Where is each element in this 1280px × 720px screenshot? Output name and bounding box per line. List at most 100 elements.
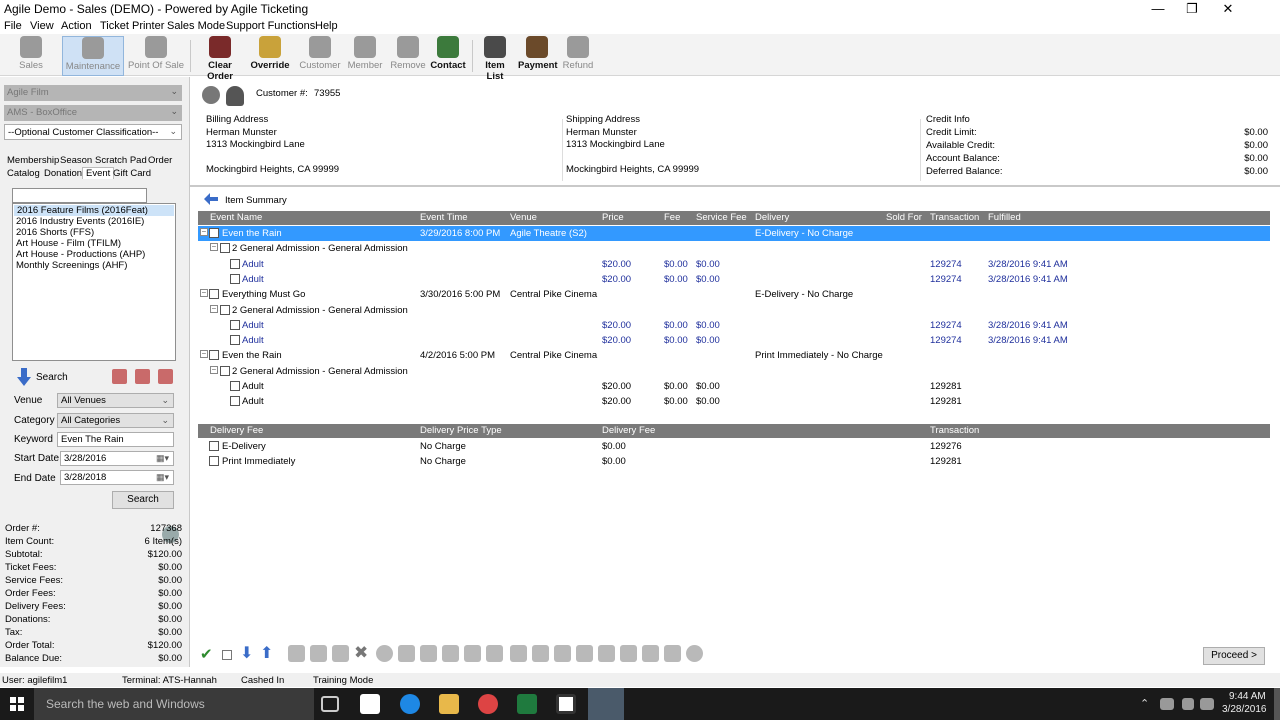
message-icon[interactable]: [1200, 698, 1214, 710]
col-fulfilled[interactable]: Fulfilled: [988, 212, 1021, 223]
delivery-row[interactable]: E-Delivery No Charge $0.00 129276: [198, 439, 1270, 454]
ticket-swap-icon[interactable]: [620, 645, 637, 662]
row-checkbox[interactable]: [209, 441, 219, 451]
clock-time[interactable]: 9:44 AM: [1229, 691, 1266, 702]
contact-button[interactable]: Contact: [429, 36, 467, 76]
list-item[interactable]: 2016 Shorts (FFS): [13, 227, 175, 238]
ticket-icon[interactable]: [332, 645, 349, 662]
list-item[interactable]: 2016 Industry Events (2016IE): [13, 216, 175, 227]
col-delivery-fee-name[interactable]: Delivery Fee: [210, 425, 263, 436]
app-icon[interactable]: [556, 694, 576, 714]
ticket-remove-icon[interactable]: [464, 645, 481, 662]
windows-start-icon[interactable]: [10, 697, 24, 711]
move-up-icon[interactable]: ⬆: [260, 643, 273, 663]
classification-select[interactable]: --Optional Customer Classification-- ⌄: [4, 124, 182, 140]
col-delivery-transaction[interactable]: Transaction: [930, 425, 979, 436]
member-button[interactable]: Member: [345, 36, 385, 76]
point-of-sale-button[interactable]: Point Of Sale: [126, 36, 186, 76]
row-checkbox[interactable]: [209, 456, 219, 467]
clock-date[interactable]: 3/28/2016: [1222, 704, 1267, 715]
tab-membership[interactable]: Membership: [7, 155, 59, 166]
row-checkbox[interactable]: [220, 365, 230, 376]
menu-support-functions[interactable]: Support Functions: [226, 20, 315, 32]
col-sold-for[interactable]: Sold For: [886, 212, 922, 223]
tab-catalog[interactable]: Catalog: [7, 168, 40, 179]
office-select[interactable]: AMS - BoxOffice ⌄: [4, 105, 182, 121]
organization-select[interactable]: Agile Film ⌄: [4, 85, 182, 101]
row-checkbox[interactable]: [220, 243, 230, 254]
table-row[interactable]: – Even the Rain 3/29/2016 8:00 PM Agile The…: [198, 226, 1270, 241]
taskbar-search[interactable]: Search the web and Windows: [34, 688, 314, 720]
row-checkbox[interactable]: [209, 228, 219, 238]
tab-scratch-pad[interactable]: Scratch Pad: [95, 155, 147, 166]
menu-file[interactable]: File: [4, 20, 22, 32]
move-down-icon[interactable]: ⬇: [240, 643, 253, 663]
category-select[interactable]: All Categories ⌄: [57, 413, 174, 428]
list-item[interactable]: Art House - Film (TFILM): [13, 238, 175, 249]
customer-button[interactable]: Customer: [298, 36, 342, 76]
dollar-icon[interactable]: [376, 645, 393, 662]
col-event-name[interactable]: Event Name: [210, 212, 262, 223]
col-delivery-price-type[interactable]: Delivery Price Type: [420, 425, 502, 436]
lock-icon[interactable]: [310, 645, 327, 662]
collapse-icon[interactable]: –: [210, 365, 218, 374]
store-icon[interactable]: [360, 694, 380, 714]
remove-button[interactable]: Remove: [388, 36, 428, 76]
agile-app-icon[interactable]: [588, 688, 624, 720]
customer-icon[interactable]: [226, 86, 244, 106]
maintenance-button[interactable]: Maintenance: [62, 36, 124, 76]
row-checkbox[interactable]: [209, 289, 219, 300]
collapse-icon[interactable]: –: [210, 304, 218, 313]
checkmark-icon[interactable]: ✔: [200, 645, 213, 663]
menu-action[interactable]: Action: [61, 20, 92, 32]
start-date-picker[interactable]: 3/28/2016 ▦▾: [60, 451, 174, 466]
list-item[interactable]: 2016 Feature Films (2016Feat): [14, 205, 174, 216]
tickets-icon[interactable]: [442, 645, 459, 662]
tab-gift-card[interactable]: Gift Card: [113, 168, 151, 179]
search-button[interactable]: Search: [112, 491, 174, 509]
ticket-mail-icon[interactable]: [664, 645, 681, 662]
back-arrow-icon[interactable]: [204, 193, 218, 205]
calendar-week-icon[interactable]: [135, 369, 150, 384]
settings-icon[interactable]: [686, 645, 703, 662]
col-fee[interactable]: Fee: [664, 212, 680, 223]
row-checkbox[interactable]: [230, 335, 240, 346]
print-icon[interactable]: [288, 645, 305, 662]
maximize-icon[interactable]: ❐: [1174, 0, 1210, 18]
col-transaction[interactable]: Transaction: [930, 212, 979, 223]
chrome-icon[interactable]: [478, 694, 498, 714]
collapse-icon[interactable]: –: [200, 289, 208, 298]
delivery-row[interactable]: Print Immediately No Charge $0.00 129281: [198, 454, 1270, 469]
delete-icon[interactable]: ✖: [354, 643, 368, 663]
card-icon[interactable]: [420, 645, 437, 662]
file-explorer-icon[interactable]: [439, 694, 459, 714]
tab-event[interactable]: Event: [82, 167, 115, 179]
tray-up-icon[interactable]: ⌃: [1140, 697, 1149, 710]
series-filter-input[interactable]: [12, 188, 147, 203]
ticket-print-icon[interactable]: [642, 645, 659, 662]
col-event-time[interactable]: Event Time: [420, 212, 468, 223]
tab-season[interactable]: Season: [60, 155, 92, 166]
volume-icon[interactable]: [1182, 698, 1194, 710]
row-checkbox[interactable]: [220, 304, 230, 315]
col-delivery-fee[interactable]: Delivery Fee: [602, 425, 655, 436]
excel-icon[interactable]: [517, 694, 537, 714]
collapse-icon[interactable]: –: [200, 228, 208, 236]
sales-button[interactable]: Sales: [8, 36, 54, 76]
table-row[interactable]: – 2 General Admission - General Admission: [198, 303, 1270, 318]
table-row[interactable]: – Everything Must Go 3/30/2016 5:00 PM Cent…: [198, 287, 1270, 302]
row-checkbox[interactable]: [209, 350, 219, 361]
clear-order-button[interactable]: Clear Order: [194, 36, 246, 82]
ticket-edit-icon[interactable]: [598, 645, 615, 662]
close-icon[interactable]: ✕: [1210, 0, 1246, 18]
payment-button[interactable]: Payment: [518, 36, 558, 76]
collapse-icon[interactable]: –: [200, 350, 208, 359]
barcode-icon[interactable]: [486, 645, 503, 662]
network-icon[interactable]: [1160, 698, 1174, 710]
menu-ticket-printer[interactable]: Ticket Printer: [100, 20, 164, 32]
tab-donation[interactable]: Donation: [44, 168, 82, 179]
keyword-input[interactable]: Even The Rain: [57, 432, 174, 447]
col-venue[interactable]: Venue: [510, 212, 537, 223]
override-button[interactable]: Override: [248, 36, 292, 76]
table-row[interactable]: – 2 General Admission - General Admission: [198, 241, 1270, 256]
